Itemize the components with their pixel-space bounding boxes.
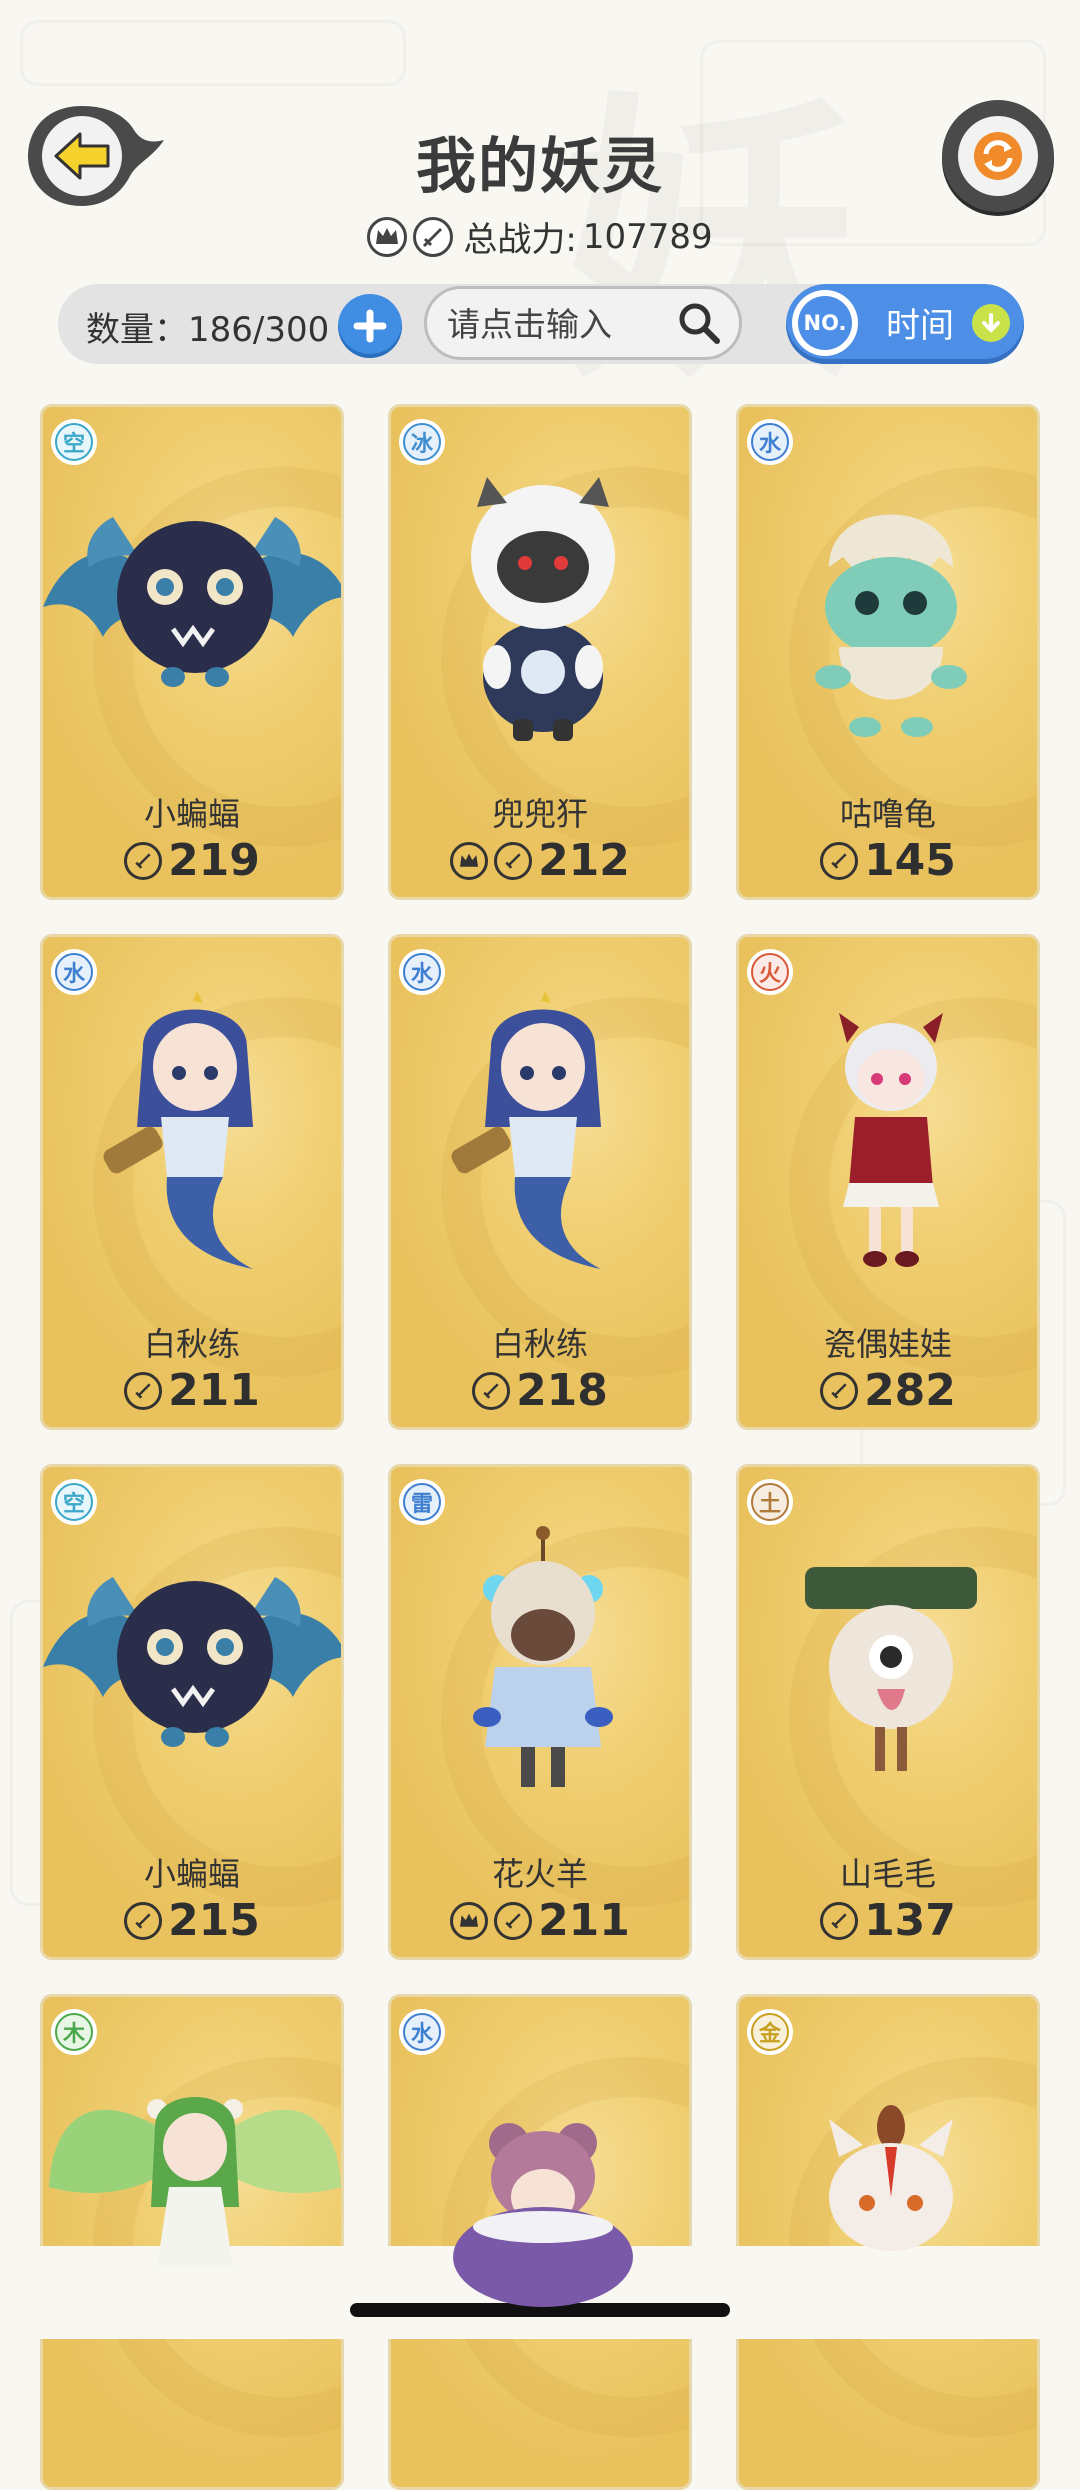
monster-name: 白秋练 bbox=[143, 1325, 240, 1363]
monster-count: 数量：186/300 bbox=[86, 310, 330, 350]
element-badge: 水 bbox=[55, 953, 93, 991]
monster-power-value: 282 bbox=[864, 1365, 956, 1416]
monster-card[interactable]: 空 小蝙蝠 219 bbox=[40, 404, 344, 900]
sword-icon bbox=[820, 1901, 859, 1940]
monster-power-value: 219 bbox=[168, 835, 260, 886]
monster-card[interactable]: 土 山毛毛 137 bbox=[736, 1464, 1040, 1960]
refresh-button[interactable] bbox=[942, 100, 1054, 212]
sword-icon bbox=[124, 1371, 163, 1410]
sword-icon bbox=[494, 841, 533, 880]
doll-character-image bbox=[839, 1013, 943, 1267]
mermaid-character-image bbox=[103, 991, 253, 1269]
monster-power: 145 bbox=[739, 835, 1037, 886]
monster-power: 218 bbox=[391, 1365, 689, 1416]
element-badge: 火 bbox=[751, 953, 789, 991]
sword-icon bbox=[494, 1901, 533, 1940]
bat-character-image bbox=[43, 517, 341, 687]
search-icon[interactable] bbox=[677, 301, 721, 345]
add-capacity-button[interactable] bbox=[338, 294, 402, 358]
element-badge: 水 bbox=[403, 2013, 441, 2051]
crown-icon bbox=[367, 216, 408, 257]
monster-name: 瓷偶娃娃 bbox=[823, 1325, 952, 1363]
sheep-character-image bbox=[473, 1526, 613, 1787]
search-box bbox=[424, 286, 742, 360]
bat-character-image bbox=[43, 1577, 341, 1747]
refresh-icon bbox=[974, 132, 1022, 180]
monster-power: 282 bbox=[739, 1365, 1037, 1416]
sword-icon bbox=[820, 841, 859, 880]
monster-power-value: 211 bbox=[538, 1895, 630, 1946]
monster-power-value: 137 bbox=[864, 1895, 956, 1946]
monster-card[interactable]: 雷 花火羊 211 bbox=[388, 1464, 692, 1960]
bath-girl-character-image bbox=[453, 2123, 633, 2307]
element-badge: 雷 bbox=[403, 1483, 441, 1521]
mermaid-character-image bbox=[451, 991, 601, 1269]
monster-card[interactable]: 金 bbox=[736, 1994, 1040, 2490]
monster-power: 211 bbox=[43, 1365, 341, 1416]
element-badge: 土 bbox=[751, 1483, 789, 1521]
monster-card[interactable]: 火 瓷偶娃娃 282 bbox=[736, 934, 1040, 1430]
beast-character-image bbox=[471, 477, 615, 741]
furball-character-image bbox=[805, 1567, 977, 1771]
monster-power: 215 bbox=[43, 1895, 341, 1946]
sword-icon bbox=[413, 216, 454, 257]
monster-name: 小蝙蝠 bbox=[143, 1855, 240, 1893]
page-title: 我的妖灵 bbox=[416, 132, 664, 202]
monster-power-value: 215 bbox=[168, 1895, 260, 1946]
plus-icon bbox=[353, 309, 387, 343]
sort-no-badge: NO. bbox=[792, 290, 858, 356]
total-power: 总战力: 107789 bbox=[0, 212, 1080, 261]
monster-name: 兜兜犴 bbox=[491, 795, 588, 833]
element-badge: 木 bbox=[55, 2013, 93, 2051]
chevron-down-icon bbox=[972, 304, 1010, 342]
monster-name: 花火羊 bbox=[491, 1855, 588, 1893]
sword-icon bbox=[472, 1371, 511, 1410]
monster-power: 137 bbox=[739, 1895, 1037, 1946]
monster-power-value: 212 bbox=[538, 835, 630, 886]
monster-card[interactable]: 水 白秋练 218 bbox=[388, 934, 692, 1430]
cat-character-image bbox=[829, 2105, 953, 2251]
monster-card[interactable]: 水 bbox=[388, 1994, 692, 2490]
monster-power: 212 bbox=[391, 835, 689, 886]
search-input[interactable] bbox=[445, 289, 669, 359]
turtle-character-image bbox=[815, 514, 967, 737]
sword-icon bbox=[124, 841, 163, 880]
element-badge: 水 bbox=[751, 423, 789, 461]
sword-icon bbox=[820, 1371, 859, 1410]
monster-name: 白秋练 bbox=[491, 1325, 588, 1363]
total-power-value: 107789 bbox=[582, 216, 713, 257]
sort-button[interactable]: NO. 时间 bbox=[786, 284, 1024, 364]
monster-name: 山毛毛 bbox=[839, 1855, 936, 1893]
crown-icon bbox=[450, 841, 489, 880]
monster-power-value: 145 bbox=[864, 835, 956, 886]
monster-card[interactable]: 木 bbox=[40, 1994, 344, 2490]
crown-icon bbox=[450, 1901, 489, 1940]
element-badge: 空 bbox=[55, 423, 93, 461]
sort-label: 时间 bbox=[886, 306, 954, 346]
element-badge: 冰 bbox=[403, 423, 441, 461]
fairy-character-image bbox=[49, 2097, 341, 2267]
element-badge: 金 bbox=[751, 2013, 789, 2051]
monster-card[interactable]: 冰 兜兜犴 212 bbox=[388, 404, 692, 900]
element-badge: 空 bbox=[55, 1483, 93, 1521]
sword-icon bbox=[124, 1901, 163, 1940]
element-badge: 水 bbox=[403, 953, 441, 991]
background-line bbox=[20, 20, 406, 86]
monster-power: 211 bbox=[391, 1895, 689, 1946]
monster-power-value: 211 bbox=[168, 1365, 260, 1416]
monster-name: 咕噜龟 bbox=[839, 795, 936, 833]
monster-card[interactable]: 水 咕噜龟 145 bbox=[736, 404, 1040, 900]
monster-card[interactable]: 空 小蝙蝠 215 bbox=[40, 1464, 344, 1960]
monster-power: 219 bbox=[43, 835, 341, 886]
monster-power-value: 218 bbox=[516, 1365, 608, 1416]
monster-name: 小蝙蝠 bbox=[143, 795, 240, 833]
monster-card[interactable]: 水 白秋练 211 bbox=[40, 934, 344, 1430]
total-power-label: 总战力: bbox=[463, 220, 577, 260]
